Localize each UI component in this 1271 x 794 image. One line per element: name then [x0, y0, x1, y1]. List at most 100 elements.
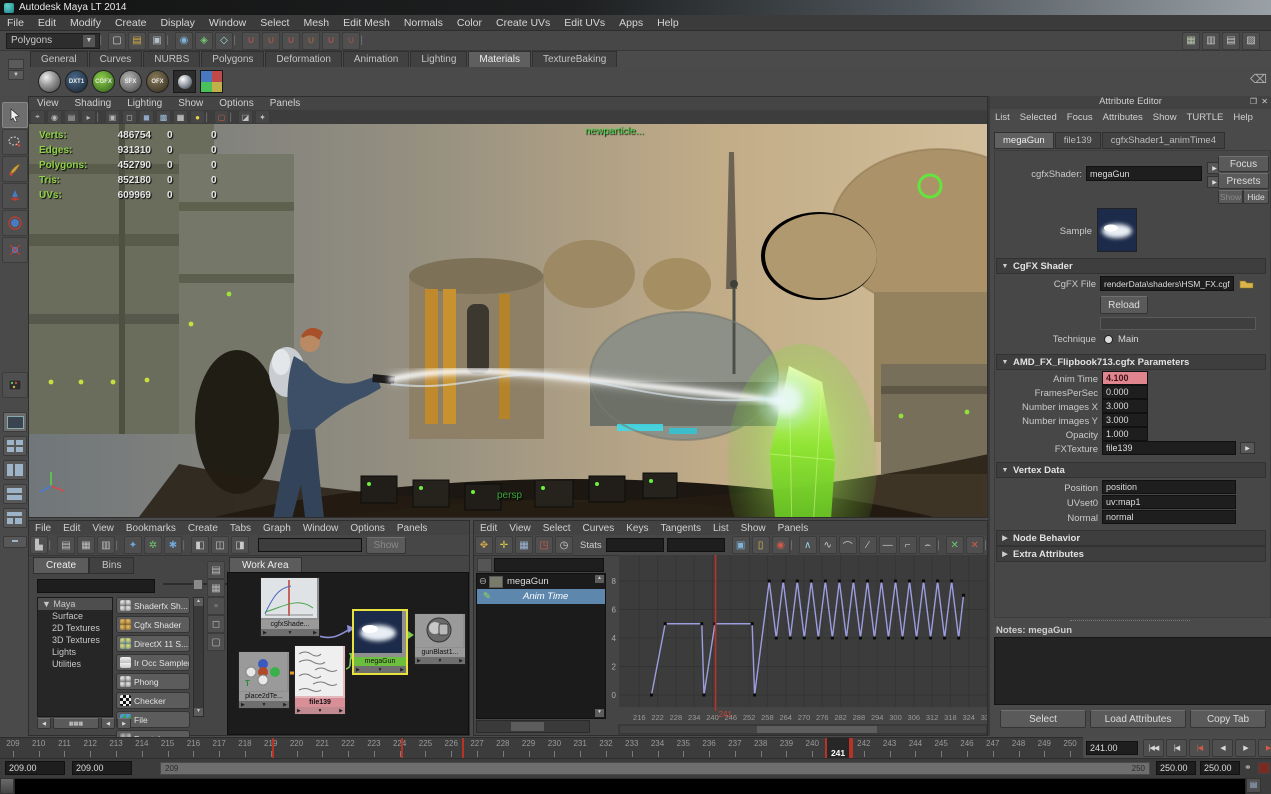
- node-cgfxshader[interactable]: cgfxShade... ▶ ▼ ▶: [260, 577, 320, 637]
- reload-button[interactable]: Reload: [1100, 296, 1148, 314]
- ae-tab-megagun[interactable]: megaGun: [994, 132, 1054, 149]
- show-upstream-icon[interactable]: ◧: [191, 536, 209, 554]
- time-slider[interactable]: 209 210 211 212 213 214 215 216 217 218 219 220 221 2…: [0, 737, 1083, 758]
- mel-toggle-button[interactable]: [0, 778, 14, 794]
- outliner-hscrollbar[interactable]: [476, 720, 590, 733]
- hypershade-persp-layout-button[interactable]: [3, 508, 27, 528]
- ae-menu-show[interactable]: Show: [1148, 112, 1182, 123]
- create-node-checker[interactable]: Checker: [116, 692, 190, 709]
- ae-menu-help[interactable]: Help: [1228, 112, 1258, 123]
- select-tool[interactable]: [2, 102, 28, 128]
- spline-tangent-icon[interactable]: ∿: [818, 536, 837, 554]
- wireframe-mode-icon[interactable]: ◻: [122, 110, 137, 124]
- uvset0-input[interactable]: [1102, 495, 1236, 509]
- sort-alpha-icon[interactable]: ▤: [207, 561, 225, 579]
- hypershade-menu-tabs[interactable]: Tabs: [224, 523, 257, 534]
- graph-filter-input[interactable]: [494, 558, 604, 572]
- playback-start-input[interactable]: [72, 761, 132, 775]
- play-backwards-button[interactable]: ◀: [1212, 738, 1233, 757]
- shaderfx-icon[interactable]: SFX: [119, 70, 142, 93]
- range-slider-bar[interactable]: 209 250: [160, 762, 1150, 775]
- ae-menu-list[interactable]: List: [990, 112, 1015, 123]
- ae-menu-turtle[interactable]: TURTLE: [1182, 112, 1229, 123]
- textured-mode-icon[interactable]: ▩: [156, 110, 171, 124]
- ae-menu-selected[interactable]: Selected: [1015, 112, 1062, 123]
- create-node-shaderfx-sh-[interactable]: Shaderfx Sh...: [116, 597, 190, 614]
- hypershade-tab-create[interactable]: Create: [33, 557, 90, 574]
- graph-menu-tangents[interactable]: Tangents: [654, 523, 707, 534]
- layout-top-bottom-icon[interactable]: ▤: [57, 536, 75, 554]
- buffer-curve-snapshot-icon[interactable]: ✕: [945, 536, 964, 554]
- browse-folder-icon[interactable]: [1238, 276, 1255, 290]
- plateau-tangent-icon[interactable]: ⌢: [918, 536, 937, 554]
- frame-playback-icon[interactable]: ▯: [751, 536, 770, 554]
- menu-modify[interactable]: Modify: [63, 17, 108, 29]
- notes-resize-handle[interactable]: [1070, 620, 1190, 624]
- new-scene-icon[interactable]: ▢: [108, 31, 126, 50]
- viewport-menu-shading[interactable]: Shading: [67, 98, 120, 109]
- tree-item-3d-textures[interactable]: 3D Textures: [38, 634, 112, 646]
- copy-tab-button[interactable]: Copy Tab: [1190, 710, 1266, 728]
- position-input[interactable]: [1102, 480, 1236, 494]
- vertex-data-section-header[interactable]: ▼ Vertex Data: [996, 462, 1266, 478]
- snap-surface-icon[interactable]: ∪: [322, 31, 340, 50]
- channel-box-toggle-icon[interactable]: ▨: [1242, 31, 1260, 50]
- opacity-input[interactable]: [1102, 427, 1148, 441]
- swatch-medium-icon[interactable]: ◻: [207, 615, 225, 633]
- step-tangent-icon[interactable]: ⌐: [898, 536, 917, 554]
- technique-radio[interactable]: Main: [1104, 334, 1139, 345]
- tree-item-2d-textures[interactable]: 2D Textures: [38, 622, 112, 634]
- linear-tangent-icon[interactable]: ∕: [858, 536, 877, 554]
- menu-apps[interactable]: Apps: [612, 17, 650, 29]
- create-node-phong[interactable]: Phong: [116, 673, 190, 690]
- step-forward-key-button[interactable]: ▶|: [1258, 738, 1271, 757]
- close-panel-icon[interactable]: ✕: [1261, 97, 1268, 106]
- shelf-tab-nurbs[interactable]: NURBS: [143, 51, 201, 67]
- ae-menu-focus[interactable]: Focus: [1062, 112, 1098, 123]
- menu-help[interactable]: Help: [650, 17, 686, 29]
- script-editor-icon[interactable]: ▤: [1246, 778, 1261, 793]
- title-bar[interactable]: Autodesk Maya LT 2014: [0, 0, 1271, 15]
- bookmark-icon[interactable]: ▸: [81, 110, 96, 124]
- ofx-shader-icon[interactable]: OFX: [146, 70, 169, 93]
- lasso-select-tool[interactable]: [2, 129, 28, 155]
- select-camera-icon[interactable]: ⌖: [30, 110, 45, 124]
- hypershade-menu-options[interactable]: Options: [344, 523, 390, 534]
- graph-materials-icon[interactable]: ✱: [164, 536, 182, 554]
- node-megagun-selected[interactable]: megaGun ▶ ▼ ▶: [352, 609, 408, 675]
- step-back-key-button[interactable]: |◀: [1189, 738, 1210, 757]
- animation-curve-view[interactable]: 02468216 222 228 234 240 246 252 258 264 270 276 28…: [607, 555, 987, 735]
- shelf-tab-polygons[interactable]: Polygons: [201, 51, 265, 67]
- show-up-downstream-icon[interactable]: ◫: [211, 536, 229, 554]
- tree-item-utilities[interactable]: Utilities: [38, 658, 112, 670]
- playback-end-input[interactable]: [1156, 761, 1196, 775]
- node-behavior-section-header[interactable]: ▶ Node Behavior: [996, 530, 1266, 546]
- normal-input[interactable]: [1102, 510, 1236, 524]
- outliner-item-anim-time[interactable]: ✎ Anim Time: [477, 589, 605, 604]
- select-component-icon[interactable]: ◇: [215, 31, 233, 50]
- viewport-menu-lighting[interactable]: Lighting: [119, 98, 170, 109]
- float-panel-icon[interactable]: ❐: [1250, 97, 1257, 106]
- menu-edit-mesh[interactable]: Edit Mesh: [336, 17, 397, 29]
- checker-mode-icon[interactable]: ▦: [173, 110, 188, 124]
- tree-item-lights[interactable]: Lights: [38, 646, 112, 658]
- single-pane-layout-button[interactable]: [3, 412, 27, 432]
- show-downstream-icon[interactable]: ◨: [231, 536, 249, 554]
- shelf-switcher[interactable]: ▼: [2, 53, 28, 93]
- shelf-tab-materials[interactable]: Materials: [468, 51, 531, 67]
- lock-camera-icon[interactable]: ◉: [47, 110, 62, 124]
- insert-keys-tool-icon[interactable]: ✛: [495, 536, 513, 554]
- graph-menu-edit[interactable]: Edit: [474, 523, 503, 534]
- create-node-ir-occ-sampler[interactable]: Ir Occ Sampler: [116, 654, 190, 671]
- menu-color[interactable]: Color: [450, 17, 489, 29]
- tree-item-surface[interactable]: Surface: [38, 610, 112, 622]
- last-tool-icon[interactable]: [2, 372, 28, 398]
- rotate-tool[interactable]: [2, 210, 28, 236]
- lattice-deform-keys-icon[interactable]: ▦: [515, 536, 533, 554]
- shader-name-input[interactable]: [1086, 166, 1202, 181]
- ae-tab-file139[interactable]: file139: [1054, 132, 1101, 149]
- plugin-shading-icon[interactable]: ✦: [255, 110, 270, 124]
- cgfx-file-input[interactable]: [1100, 276, 1234, 291]
- graph-menu-view[interactable]: View: [503, 523, 537, 534]
- persp-graph-layout-button[interactable]: [3, 484, 27, 504]
